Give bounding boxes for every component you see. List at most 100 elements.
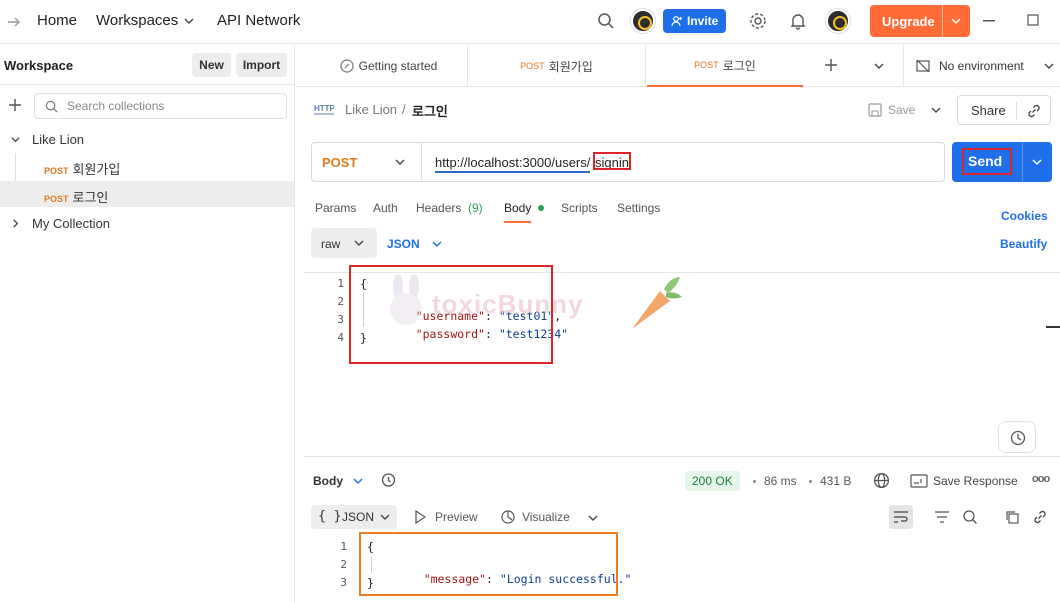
line-number: 1 xyxy=(337,277,344,290)
chevron-down-icon[interactable] xyxy=(431,238,443,250)
link-icon[interactable] xyxy=(1032,509,1048,525)
wrap-lines-button[interactable] xyxy=(889,505,913,529)
visualize-tab[interactable]: Visualize xyxy=(522,510,570,524)
play-icon[interactable] xyxy=(414,510,426,524)
line-number: 3 xyxy=(340,576,347,589)
send-highlight-box xyxy=(962,148,1012,175)
gear-icon[interactable] xyxy=(749,12,767,30)
link-icon[interactable] xyxy=(1026,103,1042,119)
maximize-icon[interactable] xyxy=(1027,14,1039,26)
save-response-label: Save Response xyxy=(933,474,1018,488)
method-badge: POST xyxy=(44,166,69,176)
copy-icon[interactable] xyxy=(1004,509,1020,525)
cookies-link[interactable]: Cookies xyxy=(1001,209,1048,223)
chevron-right-icon[interactable] xyxy=(10,218,21,229)
plus-icon[interactable] xyxy=(824,58,838,72)
chevron-down-icon[interactable] xyxy=(930,104,942,116)
new-button[interactable]: New xyxy=(192,53,231,77)
braces-icon: { } xyxy=(318,509,342,524)
plus-icon[interactable] xyxy=(8,98,22,112)
tab-signup[interactable]: POST 회원가입 xyxy=(468,45,646,87)
search-icon[interactable] xyxy=(597,12,615,30)
tab-label: 로그인 xyxy=(722,58,756,73)
tab-scripts[interactable]: Scripts xyxy=(561,201,598,215)
chevron-down-icon[interactable] xyxy=(587,512,599,524)
share-button[interactable]: Share xyxy=(957,95,1051,125)
request-name: 로그인 xyxy=(72,190,109,205)
arrow-right-icon[interactable] xyxy=(6,14,22,30)
save-response-button[interactable]: Save Response xyxy=(908,470,1026,492)
search-icon[interactable] xyxy=(962,509,978,525)
nav-api-network[interactable]: API Network xyxy=(217,12,300,29)
bell-icon[interactable] xyxy=(789,12,807,30)
add-user-icon xyxy=(671,16,682,27)
visualize-icon[interactable] xyxy=(500,509,516,525)
chevron-down-icon xyxy=(379,511,391,523)
tab-body[interactable]: Body xyxy=(504,201,532,223)
collection-my-collection[interactable]: My Collection xyxy=(0,211,294,235)
tab-bar: Getting started POST 회원가입 POST 로그인 No en… xyxy=(296,45,1060,87)
search-collections[interactable]: Search collections xyxy=(34,93,287,119)
environment-selector[interactable]: No environment xyxy=(903,45,1060,87)
tab-params[interactable]: Params xyxy=(315,201,356,215)
watermark-carrot-icon xyxy=(626,273,686,333)
tab-settings[interactable]: Settings xyxy=(617,201,660,215)
workspace-title: Workspace xyxy=(4,58,74,73)
top-bar: Home Workspaces API Network Invite Upgra… xyxy=(0,0,1060,44)
status-badge: 200 OK xyxy=(685,471,740,491)
response-size: 431 B xyxy=(820,474,852,488)
chevron-down-icon[interactable] xyxy=(1031,156,1043,168)
nav-home[interactable]: Home xyxy=(37,12,77,29)
request-signup[interactable]: POST 회원가입 xyxy=(0,153,294,207)
breadcrumb-separator: / xyxy=(402,102,406,117)
filter-icon[interactable] xyxy=(934,510,950,524)
invite-label: Invite xyxy=(687,14,719,28)
ai-assist-button[interactable] xyxy=(998,421,1036,453)
url-input[interactable]: http://localhost:3000/users/ signin xyxy=(422,143,944,181)
breadcrumb-collection[interactable]: Like Lion xyxy=(345,102,397,117)
minimize-icon[interactable] xyxy=(983,20,995,22)
tab-getting-started[interactable]: Getting started xyxy=(310,45,468,87)
breadcrumb-request[interactable]: 로그인 xyxy=(412,101,448,120)
invite-button[interactable]: Invite xyxy=(663,9,726,33)
method-badge: POST xyxy=(520,61,545,71)
globe-icon[interactable] xyxy=(873,472,890,489)
request-label: POST 회원가입 xyxy=(44,159,120,178)
tab-login[interactable]: POST 로그인 xyxy=(647,45,803,87)
chevron-down-icon xyxy=(353,237,365,249)
response-format-select[interactable]: { } JSON xyxy=(311,505,397,529)
request-body-highlight-box xyxy=(349,265,553,364)
tab-headers[interactable]: Headers xyxy=(416,201,461,215)
raw-label: raw xyxy=(321,237,341,251)
profile-avatar[interactable] xyxy=(826,9,850,33)
chevron-down-icon[interactable] xyxy=(352,475,364,487)
chevron-down-icon[interactable] xyxy=(950,15,962,27)
divider xyxy=(1022,142,1023,182)
avatar[interactable] xyxy=(631,9,655,33)
chevron-down-icon[interactable] xyxy=(10,134,21,145)
url-base: http://localhost:3000/users/ xyxy=(435,155,591,173)
line-number: 2 xyxy=(337,295,344,308)
tab-label: 회원가입 xyxy=(548,59,593,74)
json-format-select[interactable]: JSON xyxy=(387,237,420,251)
nav-workspaces[interactable]: Workspaces xyxy=(96,12,178,29)
beautify-link[interactable]: Beautify xyxy=(1000,237,1047,251)
save-button[interactable]: Save xyxy=(862,95,922,125)
request-label: POST 로그인 xyxy=(44,187,108,206)
request-login[interactable]: POST 로그인 xyxy=(0,181,294,207)
history-icon[interactable] xyxy=(380,472,396,488)
response-body-label[interactable]: Body xyxy=(313,474,343,488)
chevron-down-icon[interactable] xyxy=(873,60,885,72)
method-select[interactable]: POST xyxy=(312,143,422,181)
request-name: 회원가입 xyxy=(72,162,121,177)
raw-select[interactable]: raw xyxy=(311,228,377,258)
tab-auth[interactable]: Auth xyxy=(373,201,398,215)
method-badge: POST xyxy=(694,60,719,70)
upgrade-button[interactable]: Upgrade xyxy=(870,5,970,37)
more-options-icon[interactable]: ooo xyxy=(1032,473,1050,485)
environment-label: No environment xyxy=(939,59,1024,73)
chevron-down-icon[interactable] xyxy=(183,15,195,27)
preview-tab[interactable]: Preview xyxy=(435,510,478,524)
import-button[interactable]: Import xyxy=(236,53,287,77)
collection-like-lion[interactable]: Like Lion xyxy=(0,127,294,151)
